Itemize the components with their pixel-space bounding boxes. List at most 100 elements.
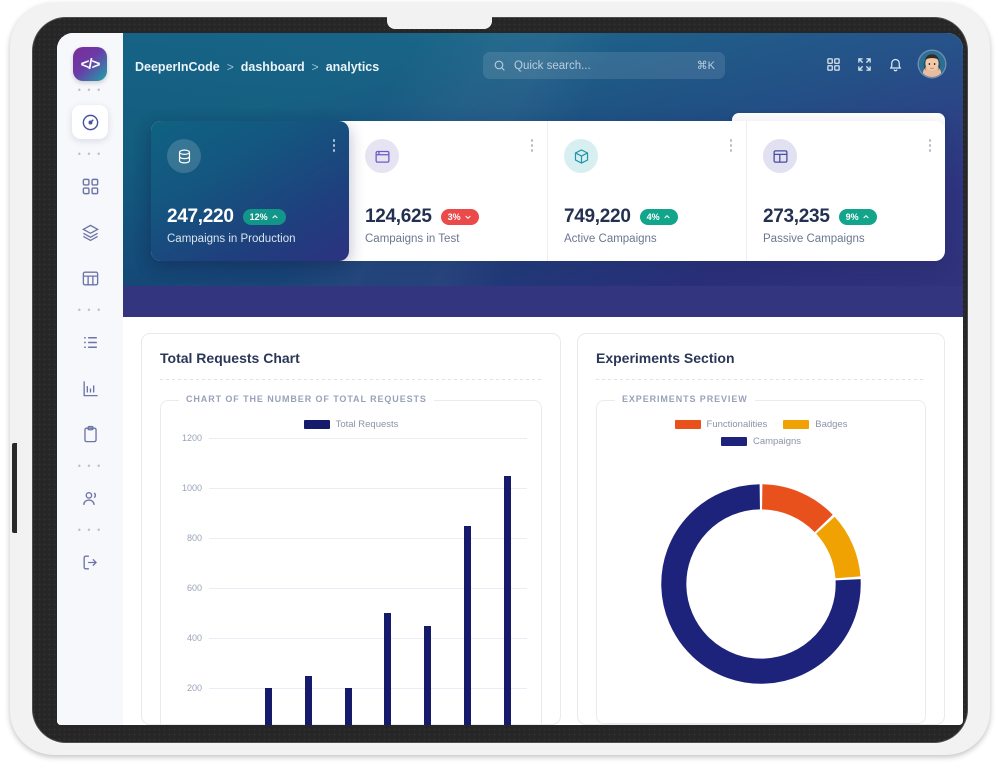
panel-divider (160, 379, 542, 380)
kpi-card-campaigns-in-test[interactable]: 124,625 3% Campaigns in Test (349, 121, 548, 261)
legend-item[interactable]: Badges (783, 419, 847, 430)
kpi-trend-value: 12% (249, 212, 268, 222)
breadcrumb-item-root[interactable]: DeeperInCode (135, 60, 220, 74)
panels-area: Total Requests Chart CHART OF THE NUMBER… (123, 333, 963, 725)
cube-icon (564, 139, 598, 173)
bar-column[interactable] (328, 438, 368, 725)
bar-column[interactable] (448, 438, 488, 725)
kpi-value: 749,220 (564, 206, 631, 227)
table-icon (81, 269, 100, 288)
donut-fieldset: EXPERIMENTS PREVIEW Functionalities Badg… (596, 394, 926, 724)
y-axis-tick-label: 200 (186, 683, 202, 693)
sidebar-item-tables[interactable] (72, 261, 108, 295)
y-axis-tick-label: 800 (186, 533, 202, 543)
bar[interactable] (304, 675, 312, 725)
donut-segment[interactable] (761, 484, 833, 533)
kpi-cards-row: 247,220 12% Campaigns in Production 124,… (151, 121, 945, 261)
y-axis-tick-label: 1000 (181, 483, 202, 493)
search-input[interactable] (514, 59, 689, 72)
sidebar-item-users[interactable] (72, 481, 108, 515)
kpi-value: 273,235 (763, 206, 830, 227)
users-icon (81, 489, 100, 508)
sidebar-item-logout[interactable] (72, 545, 108, 579)
topbar: DeeperInCode > dashboard > analytics ⌘K (123, 33, 963, 101)
kpi-trend-value: 4% (646, 212, 660, 222)
kpi-card-menu-button[interactable] (530, 139, 533, 152)
sidebar-separator: • • • (77, 305, 103, 315)
donut-chart (607, 455, 915, 713)
donut-segment[interactable] (815, 516, 861, 579)
legend-item[interactable]: Campaigns (607, 436, 915, 447)
sidebar-item-layers[interactable] (72, 215, 108, 249)
search-icon (493, 59, 506, 72)
legend-label: Total Requests (335, 419, 399, 430)
bar[interactable] (344, 688, 352, 725)
kpi-trend-badge: 9% (838, 209, 877, 225)
kpi-value-row: 273,235 9% (763, 206, 929, 228)
breadcrumb-separator-icon: > (226, 60, 234, 74)
sidebar-item-dashboard[interactable] (72, 105, 108, 139)
kpi-label: Active Campaigns (564, 233, 657, 245)
chart-fieldset: CHART OF THE NUMBER OF TOTAL REQUESTS To… (160, 394, 542, 725)
clipboard-icon (81, 425, 100, 444)
donut-chart-svg (661, 484, 861, 684)
kpi-card-menu-button[interactable] (332, 139, 335, 152)
sidebar-separator: • • • (77, 149, 103, 159)
bar-chart-plot-area: 120010008006004002000 (182, 433, 527, 725)
donut-fieldset-legend: EXPERIMENTS PREVIEW (615, 394, 755, 404)
kpi-trend-badge: 3% (440, 209, 479, 225)
search-shortcut-hint: ⌘K (696, 60, 715, 72)
avatar[interactable] (919, 51, 945, 77)
bar-column[interactable] (408, 438, 448, 725)
bar[interactable] (424, 625, 432, 725)
bar-chart-legend: Total Requests (171, 419, 531, 430)
kpi-card-active-campaigns[interactable]: 749,220 4% Active Campaigns (548, 121, 747, 261)
bar[interactable] (384, 613, 392, 725)
kpi-card-passive-campaigns[interactable]: 273,235 9% Passive Campaigns (747, 121, 945, 261)
device-side-button[interactable] (12, 443, 17, 533)
breadcrumb: DeeperInCode > dashboard > analytics (135, 60, 379, 74)
bar[interactable] (463, 525, 471, 725)
donut-chart-legend: Functionalities Badges Campaigns (607, 419, 915, 447)
kpi-label: Campaigns in Test (365, 233, 460, 245)
kpi-card-campaigns-in-production[interactable]: 247,220 12% Campaigns in Production (151, 121, 349, 261)
bar-chart: 120010008006004002000 (171, 433, 531, 725)
sidebar: </> • • • • • • • • • • • • • • • (57, 33, 123, 725)
code-logo-icon[interactable]: </> (73, 47, 107, 81)
apps-grid-icon[interactable] (826, 57, 841, 72)
bar-column[interactable] (209, 438, 249, 725)
grid-icon (81, 177, 100, 196)
kpi-value: 124,625 (365, 206, 432, 227)
search-box[interactable]: ⌘K (483, 52, 725, 79)
database-icon (167, 139, 201, 173)
panel-title: Total Requests Chart (160, 350, 300, 366)
kpi-trend-value: 3% (447, 212, 461, 222)
breadcrumb-item-dashboard[interactable]: dashboard (241, 60, 305, 74)
legend-swatch (720, 437, 747, 446)
topbar-actions (826, 51, 945, 77)
kpi-card-menu-button[interactable] (928, 139, 931, 152)
bell-icon[interactable] (888, 57, 903, 72)
panel-divider (596, 379, 926, 380)
bar-column[interactable] (289, 438, 329, 725)
bar-column[interactable] (487, 438, 527, 725)
fullscreen-icon[interactable] (857, 57, 872, 72)
legend-label: Badges (815, 419, 848, 430)
legend-item[interactable]: Functionalities (674, 419, 767, 430)
legend-item[interactable]: Total Requests (303, 419, 399, 430)
bar[interactable] (503, 475, 511, 725)
kpi-card-menu-button[interactable] (729, 139, 732, 152)
bar-column[interactable] (249, 438, 289, 725)
chevron-down-icon (464, 215, 471, 220)
sidebar-item-lists[interactable] (72, 325, 108, 359)
breadcrumb-separator-icon: > (311, 60, 319, 74)
bar-column[interactable] (368, 438, 408, 725)
legend-label: Campaigns (752, 436, 802, 447)
breadcrumb-item-analytics[interactable]: analytics (326, 60, 380, 74)
sidebar-item-reports[interactable] (72, 371, 108, 405)
sidebar-item-tasks[interactable] (72, 417, 108, 451)
sidebar-item-apps[interactable] (72, 169, 108, 203)
kpi-value-row: 124,625 3% (365, 206, 531, 228)
window-icon (365, 139, 399, 173)
bar[interactable] (265, 688, 273, 725)
